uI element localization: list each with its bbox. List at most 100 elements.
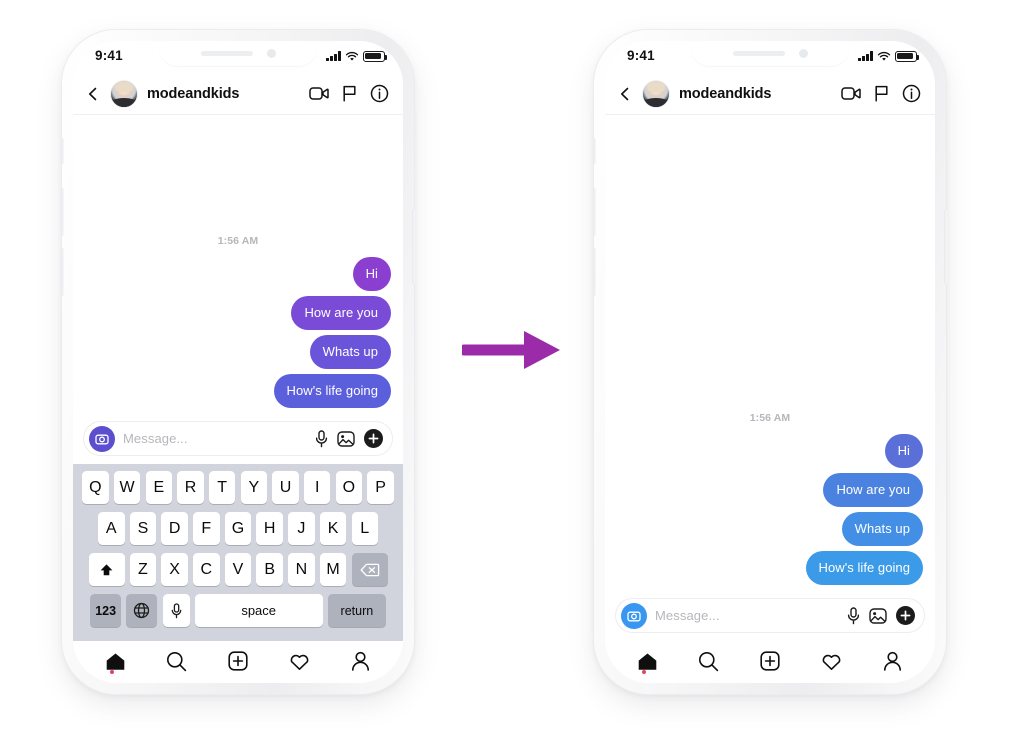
home-notification-badge (641, 670, 646, 674)
keyboard-microphone-icon[interactable] (162, 594, 190, 627)
avatar-hair (647, 81, 665, 92)
status-bar: 9:41 (73, 41, 403, 73)
shift-arrow-icon[interactable] (88, 553, 125, 586)
message-bubble[interactable]: How are you (291, 296, 391, 330)
volume-down-button[interactable] (61, 248, 64, 296)
key-b[interactable]: B (256, 553, 283, 586)
volume-down-button[interactable] (593, 248, 596, 296)
key-m[interactable]: M (319, 553, 347, 586)
key-z[interactable]: Z (129, 553, 157, 586)
message-input[interactable]: Message... (123, 431, 307, 446)
key-c[interactable]: C (193, 553, 220, 586)
message-composer: Message... (73, 414, 403, 464)
key-e[interactable]: E (145, 471, 173, 504)
video-camera-icon[interactable] (309, 86, 329, 101)
chevron-left-icon[interactable] (617, 86, 633, 102)
tab-home[interactable] (630, 646, 666, 676)
message-bubble[interactable]: How's life going (273, 374, 391, 408)
key-s[interactable]: S (129, 512, 157, 545)
tab-add-post[interactable] (752, 646, 788, 676)
header-actions (309, 84, 389, 103)
globe-icon[interactable] (126, 594, 158, 627)
avatar[interactable] (642, 79, 670, 108)
phone-screen-before: 9:41 modeandkids 1:56 AM Hi How are you … (73, 41, 403, 683)
key-p[interactable]: P (367, 471, 394, 504)
message-list: Hi How are you Whats up How's life going (85, 257, 391, 414)
key-f[interactable]: F (193, 512, 220, 545)
message-bubble[interactable]: How's life going (805, 551, 923, 585)
tab-search[interactable] (159, 646, 195, 676)
microphone-icon[interactable] (315, 429, 328, 448)
tab-profile[interactable] (342, 646, 378, 676)
header-actions (841, 84, 921, 103)
camera-icon[interactable] (89, 425, 115, 452)
key-r[interactable]: R (177, 471, 204, 504)
key-y[interactable]: Y (240, 471, 268, 504)
avatar[interactable] (110, 79, 138, 108)
message-bubble[interactable]: Hi (352, 257, 391, 291)
power-button[interactable] (944, 210, 947, 284)
key-g[interactable]: G (224, 512, 252, 545)
tab-activity[interactable] (813, 646, 849, 676)
flag-icon[interactable] (342, 85, 357, 102)
tab-profile[interactable] (874, 646, 910, 676)
microphone-icon[interactable] (847, 606, 860, 625)
conversation-timestamp: 1:56 AM (217, 235, 259, 247)
key-h[interactable]: H (256, 512, 283, 545)
photo-gallery-icon[interactable] (869, 607, 887, 624)
key-j[interactable]: J (288, 512, 315, 545)
tab-search[interactable] (691, 646, 727, 676)
numbers-key[interactable]: 123 (90, 594, 122, 627)
tab-home[interactable] (98, 646, 134, 676)
earpiece-speaker (200, 51, 253, 56)
info-circle-icon[interactable] (902, 84, 921, 103)
key-q[interactable]: Q (82, 471, 109, 504)
message-bubble[interactable]: Whats up (309, 335, 391, 369)
backspace-icon[interactable] (351, 553, 388, 586)
message-bubble[interactable]: Hi (884, 434, 923, 468)
tab-add-post[interactable] (220, 646, 256, 676)
video-camera-icon[interactable] (841, 86, 861, 101)
key-i[interactable]: I (303, 471, 331, 504)
key-t[interactable]: T (208, 471, 236, 504)
volume-up-button[interactable] (61, 188, 64, 236)
flag-icon[interactable] (874, 85, 889, 102)
onscreen-keyboard: Q W E R T Y U I O P A S D F G H J K L Z … (73, 464, 403, 641)
phone-mockup-before: 9:41 modeandkids 1:56 AM Hi How are you … (61, 30, 415, 694)
composer-actions (315, 429, 383, 448)
illustration-canvas: 9:41 modeandkids 1:56 AM Hi How are you … (0, 0, 1024, 741)
key-v[interactable]: V (224, 553, 252, 586)
key-u[interactable]: U (272, 471, 299, 504)
key-k[interactable]: K (319, 512, 347, 545)
message-bubble[interactable]: How are you (823, 473, 923, 507)
status-indicators (858, 48, 920, 64)
message-input[interactable]: Message... (655, 608, 839, 623)
plus-circle-icon[interactable] (896, 606, 915, 625)
power-button[interactable] (412, 210, 415, 284)
silent-switch[interactable] (593, 138, 596, 164)
key-n[interactable]: N (288, 553, 315, 586)
chat-username[interactable]: modeandkids (679, 86, 832, 102)
chevron-left-icon[interactable] (85, 86, 101, 102)
key-a[interactable]: A (98, 512, 125, 545)
earpiece-speaker (732, 51, 785, 56)
chat-username[interactable]: modeandkids (147, 86, 300, 102)
plus-circle-icon[interactable] (364, 429, 383, 448)
space-key[interactable]: space (194, 594, 323, 627)
message-bubble[interactable]: Whats up (841, 512, 923, 546)
info-circle-icon[interactable] (370, 84, 389, 103)
key-w[interactable]: W (113, 471, 141, 504)
return-key[interactable]: return (327, 594, 386, 627)
convo-spacer-top (617, 115, 923, 406)
key-x[interactable]: X (161, 553, 188, 586)
bottom-tab-bar (605, 641, 935, 683)
volume-up-button[interactable] (593, 188, 596, 236)
key-o[interactable]: O (335, 471, 363, 504)
key-l[interactable]: L (351, 512, 378, 545)
photo-gallery-icon[interactable] (337, 430, 355, 447)
camera-icon[interactable] (621, 602, 647, 629)
silent-switch[interactable] (61, 138, 64, 164)
tab-activity[interactable] (281, 646, 317, 676)
key-d[interactable]: D (161, 512, 188, 545)
avatar-hair (115, 81, 133, 92)
